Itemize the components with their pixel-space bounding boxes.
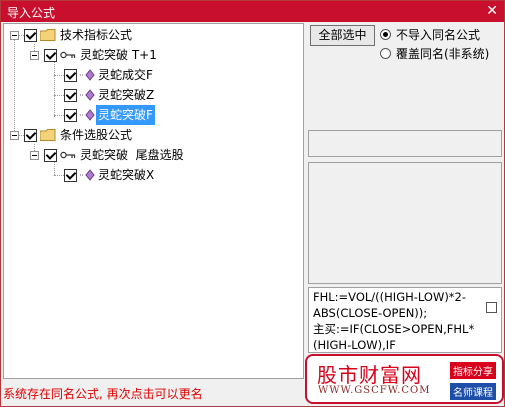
- code-preview-checkbox[interactable]: [486, 302, 497, 313]
- indicator-checkbox[interactable]: [44, 49, 57, 62]
- formula-checkbox[interactable]: [64, 169, 77, 182]
- tree-formula-row-selected[interactable]: 灵蛇突破F: [4, 105, 294, 125]
- folder-icon: [40, 29, 56, 41]
- import-formula-dialog: 导入公式 ✕ 技术指标公式 灵蛇突破 T+1 灵蛇成交F 灵蛇突破Z 灵蛇突破F…: [0, 0, 505, 407]
- overwrite-label: 覆盖同名(非系统): [396, 47, 490, 61]
- tree-indicator-label: 灵蛇突破 尾盘选股: [80, 148, 184, 162]
- window-title: 导入公式: [7, 6, 56, 20]
- title-bar: 导入公式 ✕: [1, 1, 504, 22]
- tree-formula-label: 灵蛇突破Z: [98, 88, 155, 102]
- tree-group-row[interactable]: 技术指标公式: [4, 25, 294, 45]
- formula-file-icon: [80, 89, 95, 101]
- watermark-logo: 股市财富网 WWW.GSCFW.COM 指标分享 名师课程: [305, 354, 504, 404]
- formula-file-icon: [80, 69, 95, 81]
- formula-info-field: [308, 130, 502, 157]
- status-message: 系统存在同名公式, 再次点击可以更名: [3, 387, 203, 401]
- formula-file-icon: [80, 169, 95, 181]
- collapse-icon[interactable]: [30, 51, 39, 60]
- key-icon: [60, 51, 76, 59]
- indicator-checkbox[interactable]: [44, 149, 57, 162]
- tree-group-label: 技术指标公式: [60, 28, 133, 42]
- tree-formula-label: 灵蛇成交F: [98, 68, 153, 82]
- tree-formula-row[interactable]: 灵蛇突破X: [4, 165, 294, 185]
- tree-indicator-row[interactable]: 灵蛇突破 尾盘选股: [4, 145, 294, 165]
- formula-checkbox[interactable]: [64, 89, 77, 102]
- tree-formula-label: 灵蛇突破F: [96, 105, 155, 125]
- group-checkbox[interactable]: [24, 29, 37, 42]
- no-import-label: 不导入同名公式: [396, 28, 481, 42]
- no-import-radio[interactable]: [380, 29, 391, 40]
- watermark-title: 股市财富网: [317, 363, 422, 387]
- watermark-url: WWW.GSCFW.COM: [318, 385, 431, 396]
- collapse-icon[interactable]: [30, 151, 39, 160]
- collapse-icon[interactable]: [10, 131, 19, 140]
- tree-group-label: 条件选股公式: [60, 128, 133, 142]
- overwrite-radio[interactable]: [380, 48, 391, 59]
- watermark-tag-course: 名师课程: [450, 383, 496, 400]
- watermark-tag-share: 指标分享: [450, 362, 496, 379]
- select-all-button[interactable]: 全部选中: [310, 25, 375, 46]
- folder-icon: [40, 129, 56, 141]
- tree-indicator-row[interactable]: 灵蛇突破 T+1: [4, 45, 294, 65]
- tree-formula-label: 灵蛇突破X: [98, 168, 155, 182]
- formula-description-panel: [308, 162, 502, 284]
- close-icon[interactable]: ✕: [486, 3, 498, 19]
- tree-formula-row[interactable]: 灵蛇突破Z: [4, 85, 294, 105]
- tree-group-row[interactable]: 条件选股公式: [4, 125, 294, 145]
- formula-checkbox[interactable]: [64, 109, 77, 122]
- collapse-icon[interactable]: [10, 31, 19, 40]
- formula-file-icon: [80, 109, 95, 121]
- group-checkbox[interactable]: [24, 129, 37, 142]
- formula-code-preview[interactable]: FHL:=VOL/((HIGH-LOW)*2-ABS(CLOSE-OPEN));…: [308, 287, 502, 353]
- key-icon: [60, 151, 76, 159]
- formula-tree[interactable]: 技术指标公式 灵蛇突破 T+1 灵蛇成交F 灵蛇突破Z 灵蛇突破F 条件选股公式…: [3, 23, 304, 379]
- tree-indicator-label: 灵蛇突破 T+1: [80, 48, 157, 62]
- tree-formula-row[interactable]: 灵蛇成交F: [4, 65, 294, 85]
- formula-checkbox[interactable]: [64, 69, 77, 82]
